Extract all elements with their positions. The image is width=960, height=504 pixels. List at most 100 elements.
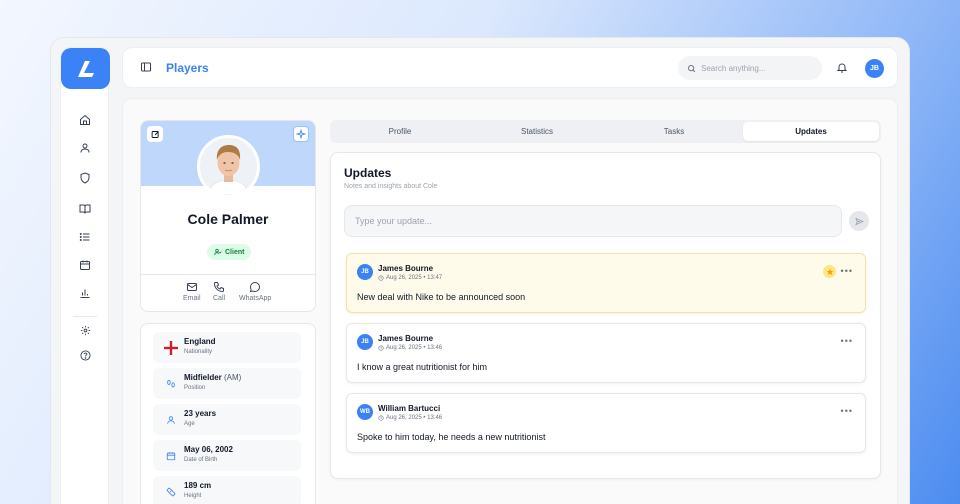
footsteps-icon [164,377,178,391]
whatsapp-label: WhatsApp [239,295,272,302]
main-content: Cole Palmer Client Email Call WhatsApp E… [122,98,898,504]
app-logo[interactable] [61,48,110,89]
update-note[interactable]: JB James Bourne Aug 26, 2025 • 13:46 •••… [346,323,866,383]
tab-tasks[interactable]: Tasks [606,122,742,141]
position-value-sub: (AM) [224,373,242,382]
age-label: Age [184,421,195,427]
search-input[interactable] [701,63,811,73]
tab-bar: Profile Statistics Tasks Updates [330,120,881,143]
tab-updates[interactable]: Updates [743,122,879,141]
position-row: Midfielder (AM) Position [153,368,301,399]
sidebar-divider [73,316,97,317]
player-details-card: England Nationality Midfielder (AM) Posi… [140,323,316,504]
nationality-value: England [184,337,216,346]
call-button[interactable]: Call [213,281,225,302]
date-of-birth-label: Date of Birth [184,457,218,463]
note-text: I know a great nutritionist for him [357,362,488,372]
updates-subtitle: Notes and insights about Cole [344,183,438,190]
chat-bubble-icon [249,281,261,293]
note-text: Spoke to him today, he needs a new nutri… [357,432,546,442]
player-portrait [200,138,257,195]
user-avatar[interactable]: JB [865,59,884,78]
note-time-text: Aug 26, 2025 • 13:46 [386,345,443,351]
top-bar: Players JB [122,47,898,88]
whatsapp-button[interactable]: WhatsApp [239,281,271,302]
divider [141,274,315,275]
list-icon[interactable] [76,228,94,246]
player-name: Cole Palmer [187,211,269,227]
note-time-text: Aug 26, 2025 • 13:47 [386,275,443,281]
send-icon [854,217,864,225]
note-time-text: Aug 26, 2025 • 13:46 [386,415,443,421]
more-options-icon[interactable]: ••• [841,266,853,276]
edit-profile-button[interactable] [147,126,163,142]
height-row: 189 cm Height [153,476,301,504]
book-icon[interactable] [76,200,94,218]
calendar-icon[interactable] [76,256,94,274]
call-label: Call [213,295,226,302]
more-options-icon[interactable]: ••• [841,406,853,416]
age-value: 23 years [184,409,217,418]
england-flag-icon [164,341,178,355]
position-value-main: Midfielder [184,373,222,382]
calendar-icon [164,449,178,463]
logo-mark-icon [77,60,94,77]
author-avatar: JB [357,264,373,280]
search-box[interactable] [678,56,822,80]
search-icon [688,64,696,72]
note-timestamp: Aug 26, 2025 • 13:47 [378,275,442,281]
user-check-icon [214,248,222,256]
tab-profile[interactable]: Profile [332,122,468,141]
author-avatar: WB [357,404,373,420]
bell-icon[interactable] [836,61,848,74]
bar-chart-icon[interactable] [76,284,94,302]
height-value: 189 cm [184,481,212,490]
note-author: James Bourne [378,264,434,273]
pin-star-button[interactable] [823,265,836,278]
position-value: Midfielder (AM) [184,373,241,382]
date-of-birth-value: May 06, 2002 [184,445,233,454]
ruler-icon [164,485,178,499]
status-badge: Client [207,244,252,260]
updates-title: Updates [344,166,392,180]
date-of-birth-row: May 06, 2002 Date of Birth [153,440,301,471]
page-title: Players [166,61,209,75]
sidebar [60,47,110,504]
nationality-row: England Nationality [153,332,301,363]
app-window: Players JB [50,37,910,504]
note-timestamp: Aug 26, 2025 • 13:46 [378,415,442,421]
profile-card: Cole Palmer Client Email Call WhatsApp [140,120,316,312]
update-note[interactable]: WB William Bartucci Aug 26, 2025 • 13:46… [346,393,866,453]
edit-icon [151,130,159,138]
sidebar-toggle-icon[interactable] [140,61,152,73]
player-photo [197,135,260,198]
tab-statistics[interactable]: Statistics [469,122,605,141]
nationality-label: Nationality [184,349,213,355]
more-options-icon[interactable]: ••• [841,336,853,346]
status-badge-label: Client [225,248,245,256]
help-icon[interactable] [76,346,94,364]
user-icon[interactable] [76,139,94,157]
sparkle-icon [296,129,306,139]
shield-icon[interactable] [76,169,94,187]
updates-panel: Updates Notes and insights about Cole JB… [330,152,881,479]
clock-icon [378,415,384,421]
gear-icon[interactable] [76,321,94,339]
send-button[interactable] [849,211,869,231]
update-note[interactable]: JB James Bourne Aug 26, 2025 • 13:47 •••… [346,253,866,313]
user-icon [164,413,178,427]
phone-icon [214,282,225,293]
home-icon[interactable] [76,111,94,129]
clock-icon [378,345,384,351]
height-label: Height [184,493,202,499]
note-timestamp: Aug 26, 2025 • 13:46 [378,345,442,351]
profile-banner [141,121,315,198]
email-button[interactable]: Email [183,281,201,302]
note-author: James Bourne [378,334,434,343]
ai-insights-button[interactable] [293,126,309,142]
mail-icon [186,283,197,291]
note-author: William Bartucci [378,404,441,413]
update-input[interactable] [344,205,842,237]
note-text: New deal with Nike to be announced soon [357,292,526,302]
age-row: 23 years Age [153,404,301,435]
